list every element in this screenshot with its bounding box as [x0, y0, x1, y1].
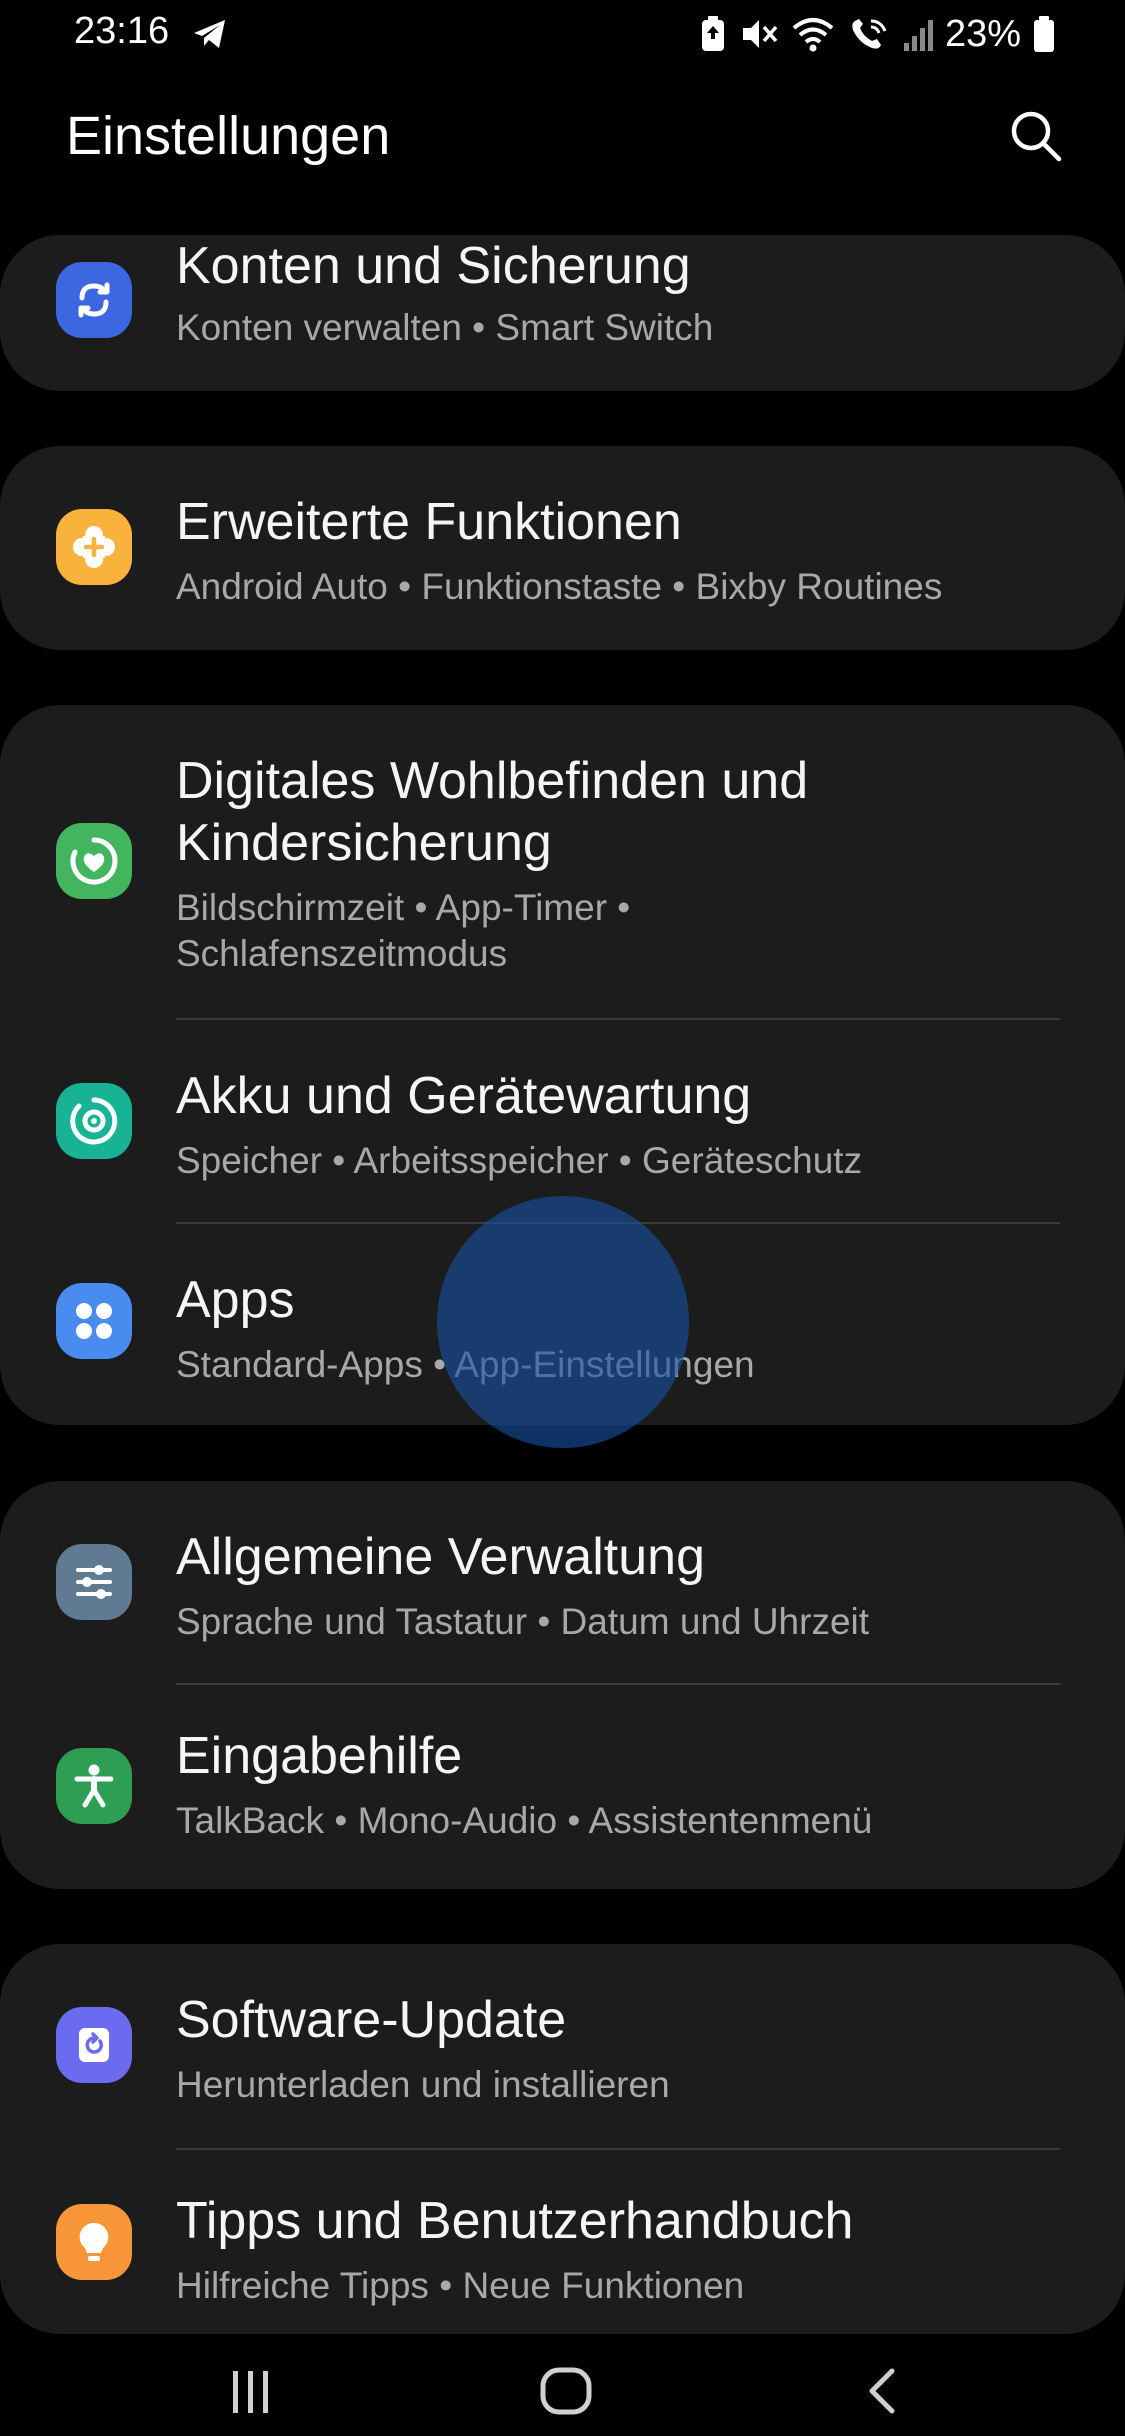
lightbulb-icon [56, 2204, 132, 2280]
settings-card-support: Software-Update Herunterladen und instal… [0, 1944, 1125, 2334]
settings-item-subtitle: Sprache und Tastatur • Datum und Uhrzeit [176, 1601, 870, 1642]
settings-card-accounts: Konten und Sicherung Konten verwalten • … [0, 235, 1125, 391]
settings-item-subtitle: Konten verwalten • Smart Switch [176, 307, 714, 348]
settings-item-title: Akku und Gerätewartung [176, 1067, 752, 1125]
mute-icon [742, 20, 778, 48]
home-icon [540, 2367, 592, 2415]
settings-item-subtitle: Bildschirmzeit • App-Timer • Schlafensze… [176, 887, 631, 974]
settings-item-advanced[interactable]: Erweiterte Funktionen Android Auto • Fun… [0, 446, 1125, 650]
battery-saver-icon [701, 16, 724, 51]
settings-card-general: Allgemeine Verwaltung Sprache und Tastat… [0, 1481, 1125, 1889]
update-icon [56, 2007, 132, 2083]
settings-item-subtitle: Hilfreiche Tipps • Neue Funktionen [176, 2265, 745, 2306]
settings-item-title: Allgemeine Verwaltung [176, 1528, 705, 1586]
settings-item-title: Eingabehilfe [176, 1727, 463, 1785]
settings-item-title: Tipps und Benutzerhandbuch [176, 2192, 854, 2250]
apps-grid-icon [56, 1283, 132, 1359]
settings-item-subtitle: Standard-Apps • App-Einstellungen [176, 1344, 755, 1385]
back-button[interactable] [842, 2356, 922, 2426]
settings-item-title: Konten und Sicherung [176, 237, 691, 295]
settings-item-subtitle: Speicher • Arbeitsspeicher • Geräteschut… [176, 1140, 863, 1181]
battery-percent: 23% [944, 12, 1021, 55]
heart-ring-icon [56, 823, 132, 899]
status-icons: 23% [699, 10, 1055, 58]
signal-icon [903, 20, 933, 51]
wifi-icon [792, 18, 834, 52]
settings-item-battery[interactable]: Akku und Gerätewartung Speicher • Arbeit… [0, 1020, 1125, 1224]
telegram-icon [194, 20, 225, 48]
home-button[interactable] [526, 2356, 606, 2426]
settings-item-subtitle: Android Auto • Funktionstaste • Bixby Ro… [176, 566, 943, 607]
settings-item-title: Digitales Wohlbefinden und Kindersicheru… [176, 752, 809, 872]
settings-item-tips[interactable]: Tipps und Benutzerhandbuch Hilfreiche Ti… [0, 2150, 1125, 2334]
sliders-icon [56, 1544, 132, 1620]
settings-item-title: Erweiterte Funktionen [176, 493, 682, 551]
settings-item-subtitle: Herunterladen und installieren [176, 2064, 670, 2105]
settings-item-subtitle: TalkBack • Mono-Audio • Assistentenmenü [176, 1800, 873, 1841]
settings-item-accounts[interactable]: Konten und Sicherung Konten verwalten • … [0, 235, 1125, 391]
settings-item-accessibility[interactable]: Eingabehilfe TalkBack • Mono-Audio • Ass… [0, 1685, 1125, 1889]
page-title: Einstellungen [66, 106, 391, 166]
recents-button[interactable] [211, 2356, 291, 2426]
settings-item-apps[interactable]: Apps Standard-Apps • App-Einstellungen [0, 1224, 1125, 1425]
navigation-bar [0, 2336, 1125, 2436]
accessibility-person-icon [56, 1748, 132, 1824]
settings-item-software-update[interactable]: Software-Update Herunterladen und instal… [0, 1944, 1125, 2148]
status-bar: 23:16 23% [0, 0, 1125, 70]
search-icon[interactable] [1008, 108, 1064, 164]
sync-icon [56, 262, 132, 338]
device-care-icon [56, 1083, 132, 1159]
wifi-call-icon [852, 19, 887, 49]
status-time: 23:16 [74, 10, 170, 52]
settings-item-title: Apps [176, 1271, 295, 1329]
back-icon [869, 2368, 895, 2414]
puzzle-plus-icon [56, 509, 132, 585]
settings-item-general[interactable]: Allgemeine Verwaltung Sprache und Tastat… [0, 1481, 1125, 1685]
settings-card-device: Digitales Wohlbefinden und Kindersicheru… [0, 705, 1125, 1425]
recents-icon [233, 2371, 268, 2413]
battery-icon [1034, 16, 1054, 52]
settings-item-wellbeing[interactable]: Digitales Wohlbefinden und Kindersicheru… [0, 705, 1125, 1020]
settings-item-title: Software-Update [176, 1991, 567, 2049]
settings-card-advanced: Erweiterte Funktionen Android Auto • Fun… [0, 446, 1125, 650]
